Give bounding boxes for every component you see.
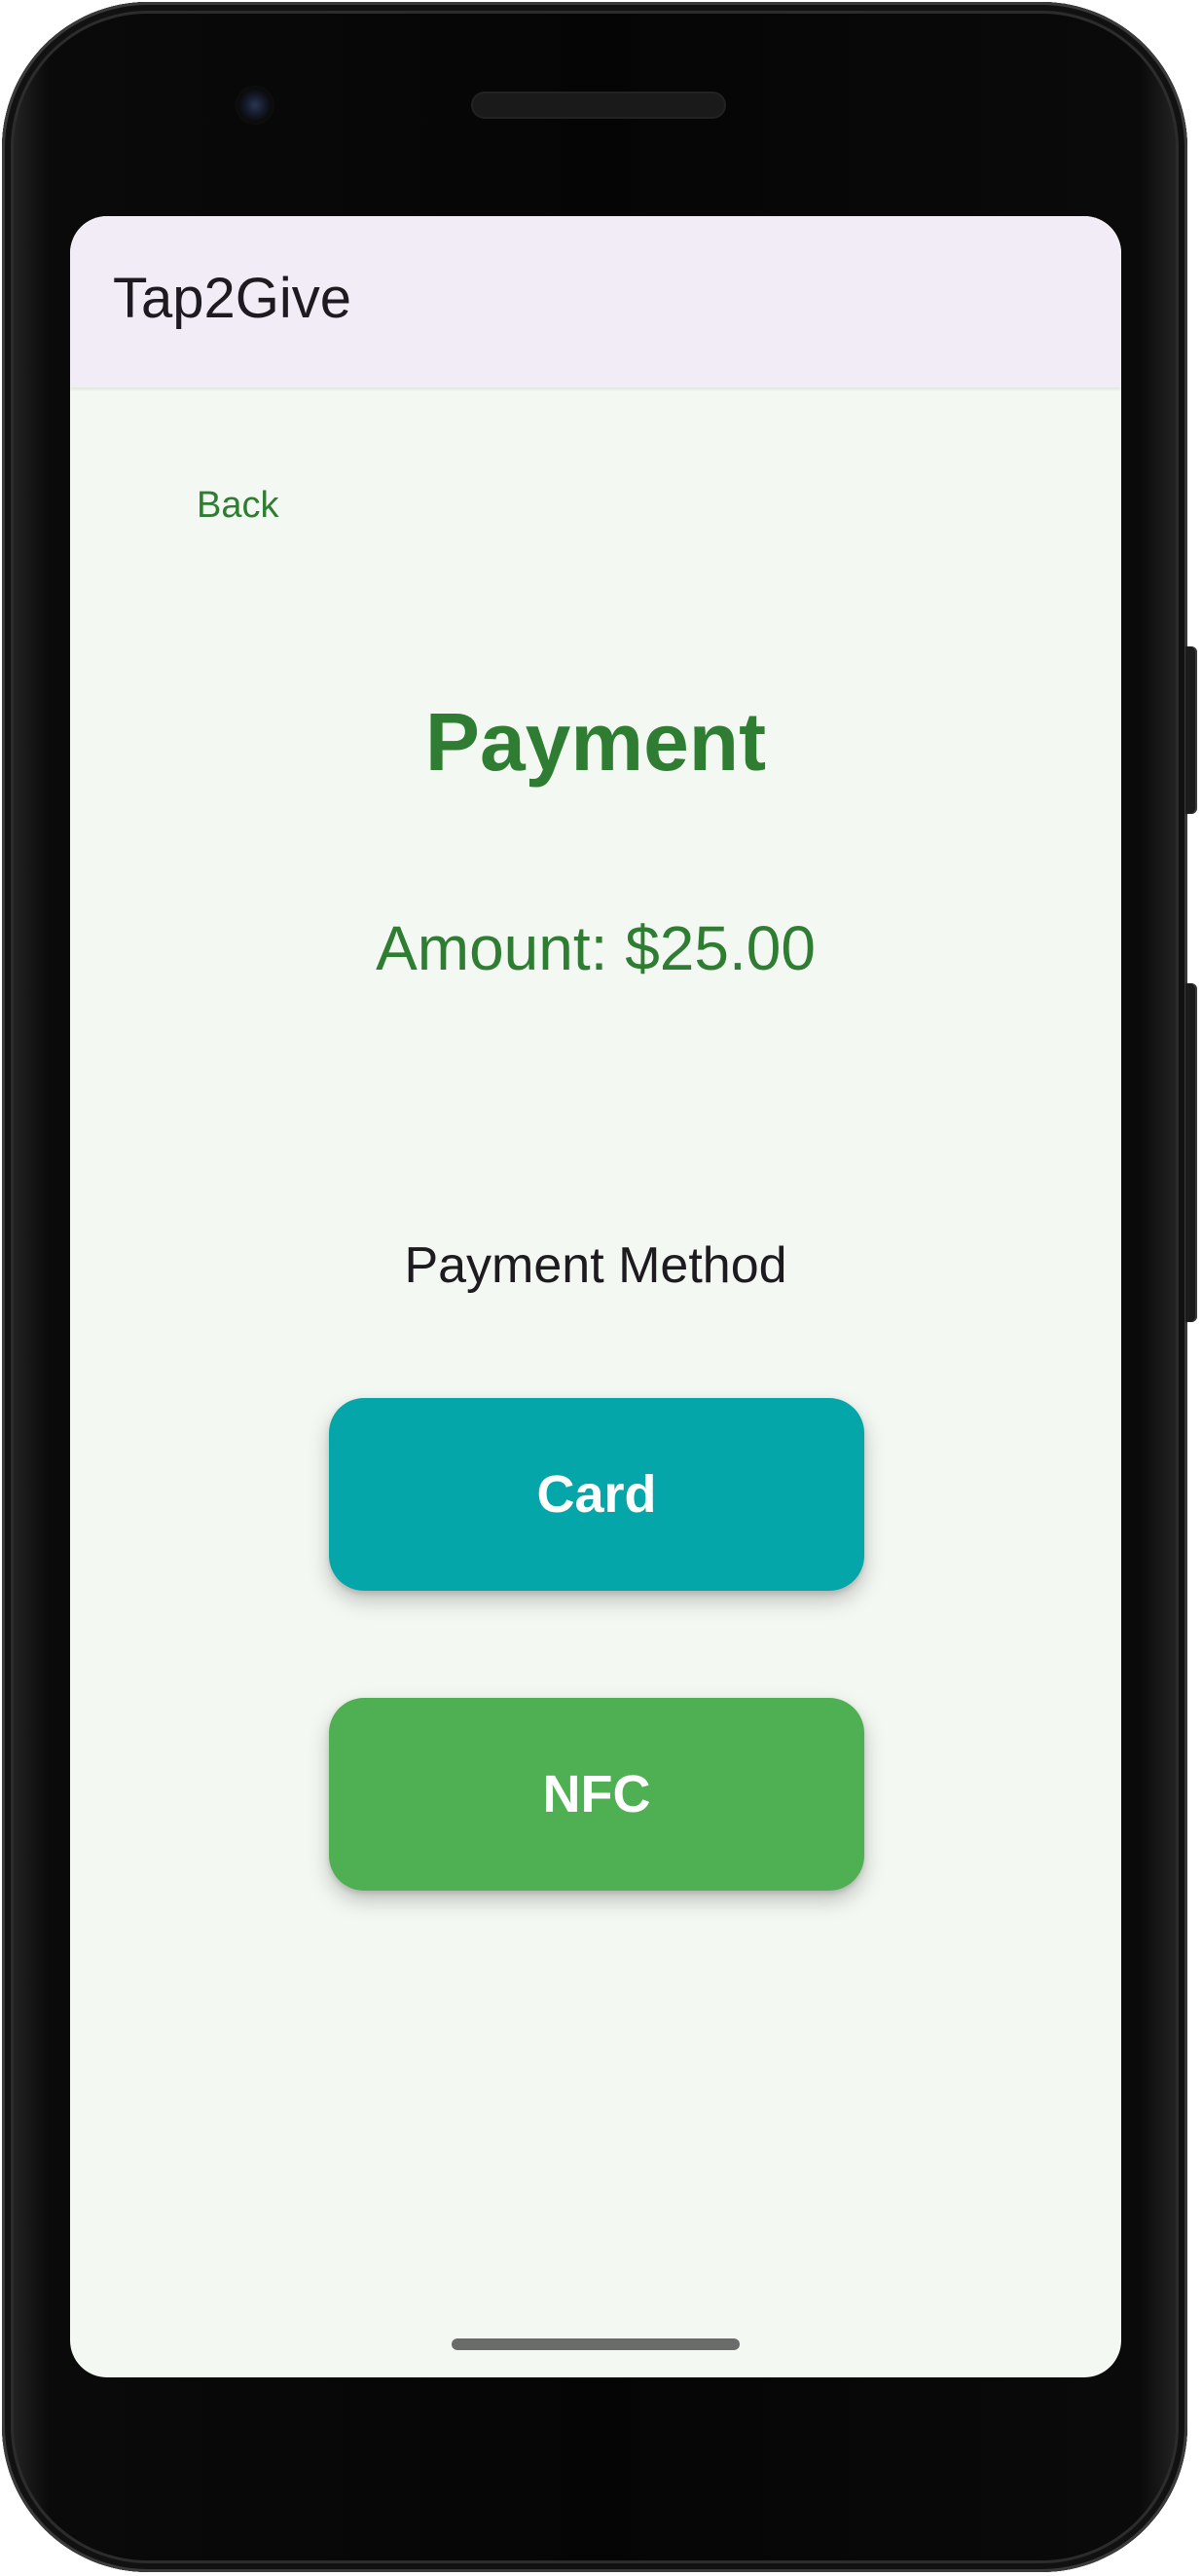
phone-frame: Tap2Give Back Payment Amount: $25.00 Pay… (2, 2, 1187, 2572)
home-gesture-bar[interactable] (452, 2338, 740, 2350)
back-button[interactable]: Back (197, 485, 278, 527)
app-screen: Tap2Give Back Payment Amount: $25.00 Pay… (70, 216, 1121, 2377)
payment-method-label: Payment Method (404, 1237, 787, 1294)
page-title: Payment (424, 696, 767, 788)
amount-text: Amount: $25.00 (376, 913, 816, 983)
power-button (1185, 646, 1197, 814)
earpiece-speaker (471, 92, 726, 119)
front-camera (236, 86, 274, 125)
top-app-bar: Tap2Give (70, 216, 1121, 387)
nfc-button[interactable]: NFC (329, 1698, 864, 1891)
app-title: Tap2Give (113, 267, 352, 330)
volume-button (1185, 983, 1197, 1322)
card-button[interactable]: Card (329, 1398, 864, 1591)
